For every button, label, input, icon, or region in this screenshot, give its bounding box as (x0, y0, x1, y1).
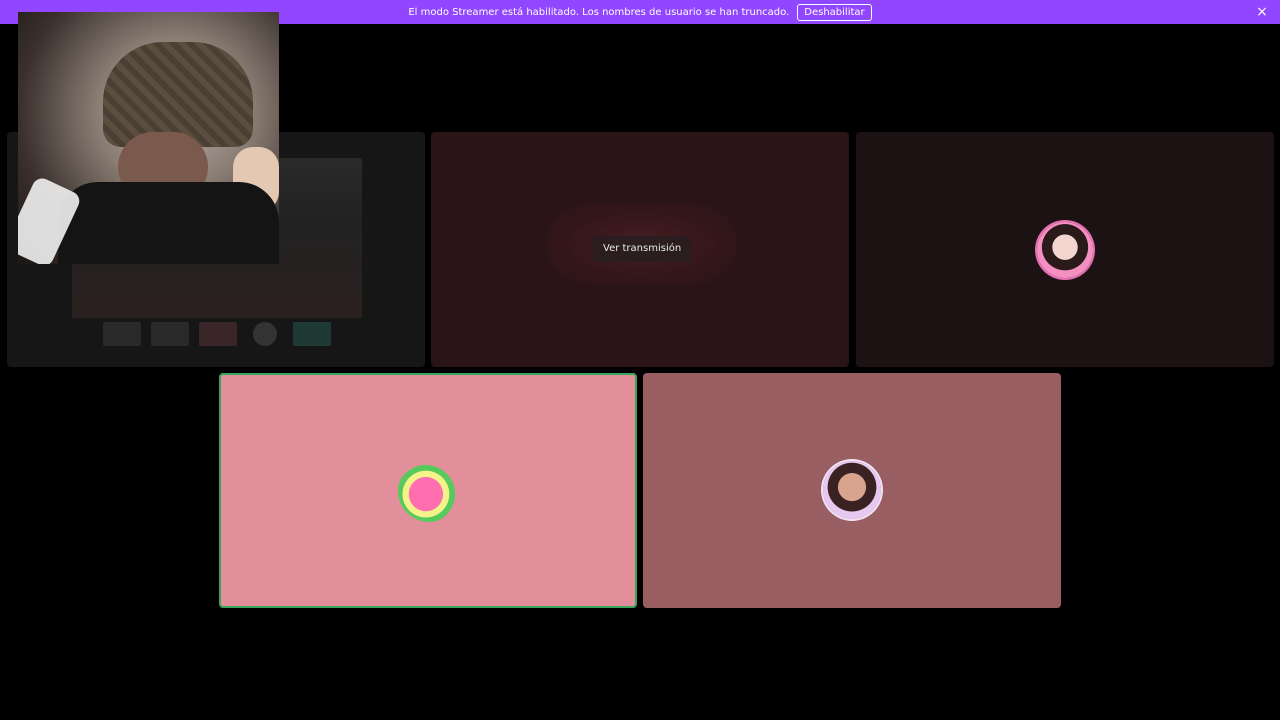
bucket-hat-image (103, 42, 253, 147)
avatar (823, 461, 881, 519)
participant-tile[interactable] (643, 373, 1061, 608)
close-icon[interactable]: × (1254, 4, 1270, 20)
screen-share-thumbnails (103, 322, 331, 346)
avatar (398, 460, 460, 522)
watch-stream-button[interactable]: Ver transmisión (593, 236, 692, 262)
thumbnail (293, 322, 331, 346)
banner-message: El modo Streamer está habilitado. Los no… (408, 6, 790, 18)
thumbnail (199, 322, 237, 346)
body-image (58, 182, 279, 264)
webcam-video-overlay[interactable] (18, 12, 279, 264)
participant-tile-speaking[interactable] (219, 373, 637, 608)
thumbnail (253, 322, 277, 346)
avatar (1037, 222, 1093, 278)
participant-tile[interactable] (856, 132, 1274, 367)
thumbnail (103, 322, 141, 346)
thumbnail (151, 322, 189, 346)
stream-tile[interactable]: Ver transmisión (431, 132, 849, 367)
disable-streamer-mode-button[interactable]: Deshabilitar (797, 3, 872, 21)
